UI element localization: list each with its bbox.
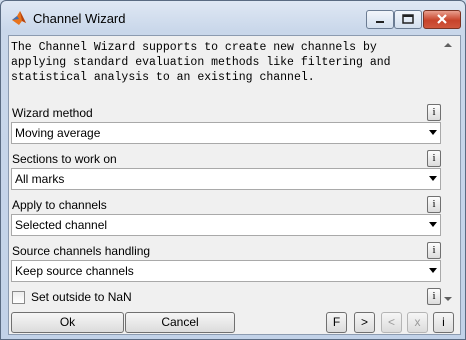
x-button[interactable]: x xyxy=(407,312,428,333)
source-channels-value: Keep source channels xyxy=(15,264,134,278)
cancel-button[interactable]: Cancel xyxy=(125,312,235,333)
chevron-down-icon xyxy=(429,268,437,273)
sections-info-button[interactable]: i xyxy=(427,150,441,167)
set-outside-nan-label: Set outside to NaN xyxy=(31,290,132,304)
set-outside-nan-checkbox[interactable] xyxy=(12,291,25,304)
matlab-logo-icon xyxy=(12,11,26,25)
sections-select[interactable]: All marks xyxy=(11,168,441,190)
apply-to-channels-label: Apply to channels xyxy=(12,198,107,212)
close-button[interactable] xyxy=(423,10,461,29)
title-bar: Channel Wizard xyxy=(1,1,465,35)
info-button[interactable]: i xyxy=(433,312,454,333)
prev-button[interactable]: < xyxy=(381,312,402,333)
wizard-method-select[interactable]: Moving average xyxy=(11,122,441,144)
maximize-icon xyxy=(402,14,414,24)
minimize-button[interactable] xyxy=(366,10,394,29)
source-channels-info-button[interactable]: i xyxy=(427,242,441,259)
channel-wizard-window: Channel Wizard The Channel Wizard suppor… xyxy=(0,0,466,340)
client-area: The Channel Wizard supports to create ne… xyxy=(8,35,461,335)
source-channels-select[interactable]: Keep source channels xyxy=(11,260,441,282)
apply-to-channels-select[interactable]: Selected channel xyxy=(11,214,441,236)
sections-label: Sections to work on xyxy=(12,152,117,166)
source-channels-label: Source channels handling xyxy=(12,244,151,258)
wizard-method-value: Moving average xyxy=(15,126,101,140)
next-button[interactable]: > xyxy=(354,312,375,333)
sections-value: All marks xyxy=(15,172,65,186)
minimize-icon xyxy=(376,21,384,23)
chevron-down-icon xyxy=(429,222,437,227)
apply-to-channels-value: Selected channel xyxy=(15,218,108,232)
wizard-method-label: Wizard method xyxy=(12,106,93,120)
window-title: Channel Wizard xyxy=(33,11,126,26)
maximize-button[interactable] xyxy=(394,10,422,29)
scroll-up-arrow-icon[interactable] xyxy=(441,38,455,52)
wizard-method-info-button[interactable]: i xyxy=(427,104,441,121)
scrollbar-track[interactable] xyxy=(442,54,455,294)
ok-button[interactable]: Ok xyxy=(11,312,124,333)
set-outside-nan-info-button[interactable]: i xyxy=(427,288,441,305)
scroll-down-arrow-icon[interactable] xyxy=(441,292,455,306)
description-text: The Channel Wizard supports to create ne… xyxy=(11,41,391,84)
close-icon xyxy=(437,14,447,24)
chevron-down-icon xyxy=(429,130,437,135)
apply-to-channels-info-button[interactable]: i xyxy=(427,196,441,213)
chevron-down-icon xyxy=(429,176,437,181)
f-button[interactable]: F xyxy=(326,312,347,333)
